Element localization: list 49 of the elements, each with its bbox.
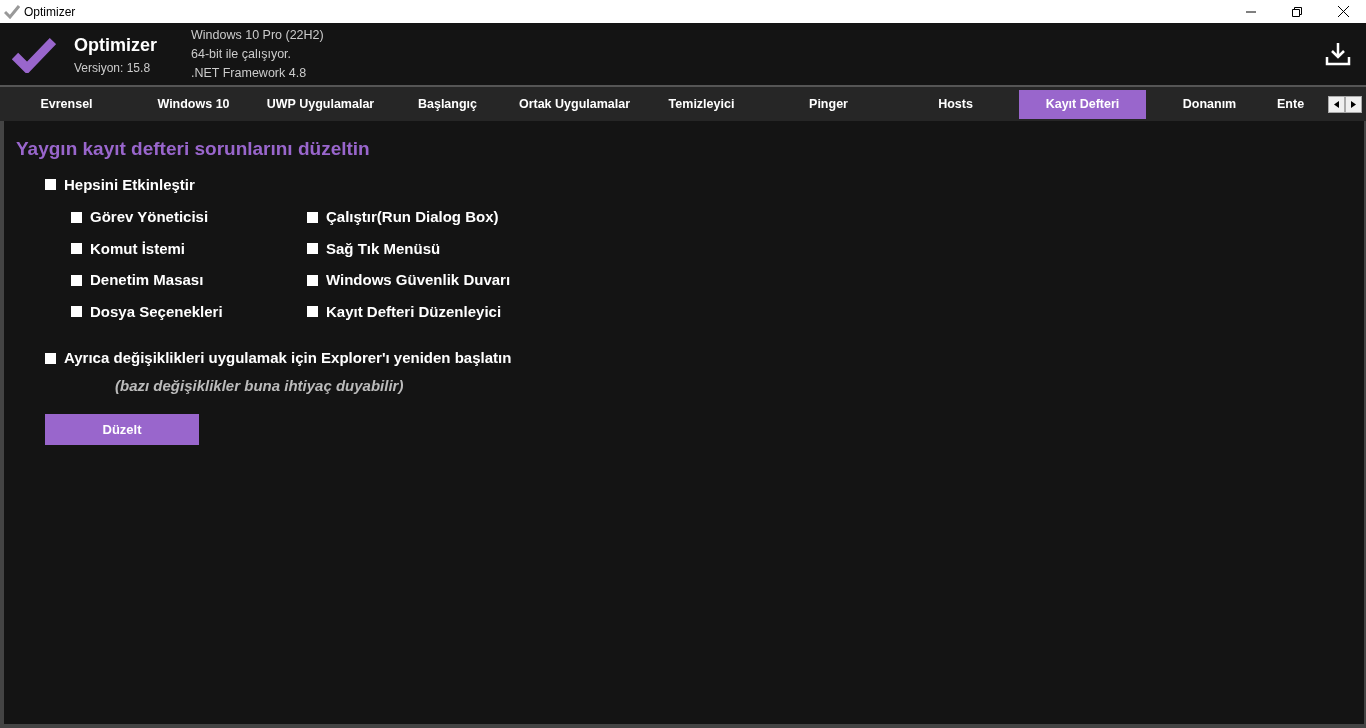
tab[interactable]: UWP Uygulamalar xyxy=(257,89,384,119)
system-info: .NET Framework 4.8 xyxy=(191,64,308,82)
version-text: Versiyon: 15.8 xyxy=(74,59,152,77)
checkbox-label: Görev Yöneticisi xyxy=(90,207,209,227)
checkbox-label: Denetim Masası xyxy=(90,270,204,290)
fix-button[interactable]: Düzelt xyxy=(45,414,199,445)
checkbox-label: Komut İstemi xyxy=(90,238,185,259)
checkbox[interactable] xyxy=(45,352,56,364)
close-icon xyxy=(1337,6,1349,17)
checkbox[interactable] xyxy=(307,243,318,255)
tab[interactable]: Kayıt Defteri xyxy=(1019,89,1146,119)
system-info: 64-bit ile çalışıyor. xyxy=(191,45,293,63)
heading: Yaygın kayıt defteri sorunlarını düzeltin xyxy=(16,137,371,161)
checkbox[interactable] xyxy=(71,243,82,255)
window-title: Optimizer xyxy=(24,3,76,21)
checkbox[interactable] xyxy=(307,211,318,223)
checkbox-label: Çalıştır(Run Dialog Box) xyxy=(326,207,499,227)
left-arrow-icon xyxy=(1334,101,1339,108)
download-icon[interactable] xyxy=(1325,41,1351,67)
system-info: Windows 10 Pro (22H2) xyxy=(191,26,324,44)
checkbox-label: Windows Güvenlik Duvarı xyxy=(326,270,511,290)
checkbox-label: Kayıt Defteri Düzenleyici xyxy=(326,301,502,322)
checkbox-label: Sağ Tık Menüsü xyxy=(326,238,441,259)
check-icon xyxy=(4,4,20,19)
checkbox[interactable] xyxy=(307,274,318,286)
tab[interactable]: Windows 10 xyxy=(130,89,257,119)
tab[interactable]: Ortak Uygulamalar xyxy=(511,89,638,119)
tab[interactable]: Hosts xyxy=(892,89,1019,119)
checkbox[interactable] xyxy=(71,211,82,223)
tab[interactable]: Evrensel xyxy=(3,89,130,119)
checkbox[interactable] xyxy=(307,306,318,318)
app-name: Optimizer xyxy=(74,33,157,57)
scroll-right-button[interactable] xyxy=(1345,96,1362,113)
restore-icon xyxy=(1292,6,1302,17)
tab[interactable]: Başlangıç xyxy=(384,89,511,119)
check-icon xyxy=(11,35,56,73)
right-arrow-icon xyxy=(1351,101,1356,108)
checkbox-label: Ayrıca değişiklikleri uygulamak için Explorer'ı yeniden başlatın xyxy=(64,348,512,368)
tab[interactable]: Donanım xyxy=(1146,89,1273,119)
checkbox[interactable] xyxy=(71,274,82,286)
tab[interactable]: Pinger xyxy=(765,89,892,119)
note-text: (bazı değişiklikler buna ihtiyaç duyabilir) xyxy=(115,375,405,396)
tab[interactable]: Ente xyxy=(1273,89,1319,119)
tab[interactable]: Temizleyici xyxy=(638,89,765,119)
checkbox-label: Hepsini Etkinleştir xyxy=(64,174,195,195)
checkbox[interactable] xyxy=(45,179,56,191)
checkbox[interactable] xyxy=(71,306,82,318)
checkbox-label: Dosya Seçenekleri xyxy=(90,301,223,322)
scroll-left-button[interactable] xyxy=(1328,96,1345,113)
